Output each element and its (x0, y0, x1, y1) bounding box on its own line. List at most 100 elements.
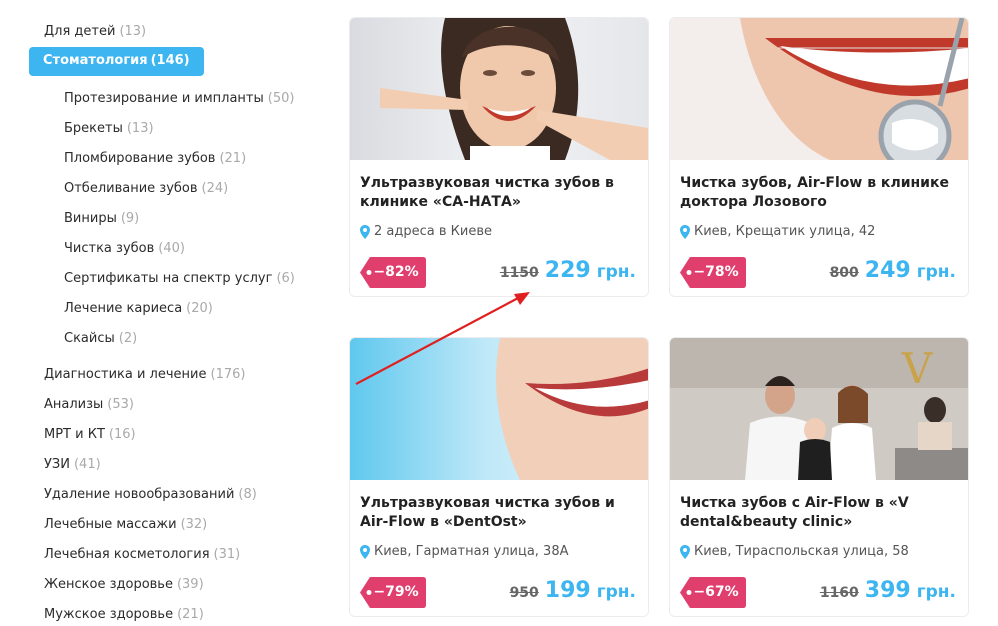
category-label: Отбеливание зубов (64, 181, 198, 196)
subcategory-veneers[interactable]: Виниры (9) (64, 211, 139, 226)
subcategory-braces[interactable]: Брекеты (13) (64, 121, 154, 136)
old-price: 800 (829, 265, 859, 281)
subcategory-whitening[interactable]: Отбеливание зубов (24) (64, 181, 228, 196)
deal-title[interactable]: Чистка зубов с Air-Flow в «V dental&beau… (680, 494, 960, 532)
category-sidebar: Для детей (13) Стоматология (146) Протезир… (0, 0, 330, 626)
discount-badge: −82% (360, 257, 426, 288)
deal-image[interactable] (350, 18, 648, 160)
category-count: (41) (73, 457, 101, 472)
subcategory-skyces[interactable]: Скайсы (2) (64, 331, 137, 346)
svg-text:V: V (901, 344, 933, 393)
category-count: (8) (238, 487, 257, 502)
category-label: Лечебные массажи (44, 517, 177, 532)
category-diagnostics[interactable]: Диагностика и лечение (176) (44, 367, 245, 382)
category-label: Женское здоровье (44, 577, 173, 592)
deal-address-text: Киев, Тираспольская улица, 58 (694, 544, 909, 559)
deal-address-text: Киев, Крещатик улица, 42 (694, 224, 876, 239)
category-count: (21) (177, 607, 204, 622)
old-price: 950 (509, 585, 539, 601)
category-label: Мужское здоровье (44, 607, 174, 622)
category-count: (31) (213, 547, 241, 562)
category-label: Чистка зубов (64, 241, 155, 256)
discount-text: −67% (693, 584, 739, 600)
deal-image[interactable] (670, 18, 968, 160)
subcategory-cleaning[interactable]: Чистка зубов (40) (64, 241, 185, 256)
new-price: 199 (544, 578, 591, 603)
category-count: (20) (186, 301, 213, 316)
category-count: (39) (176, 577, 204, 592)
category-count: (2) (118, 331, 138, 346)
subcategory-prosthetics[interactable]: Протезирование и импланты (50) (64, 91, 294, 106)
category-count: (40) (158, 241, 185, 256)
category-label: Анализы (44, 397, 104, 412)
deal-card[interactable]: V Чистка зубов с Air-Flow в «V dental&be… (669, 337, 969, 617)
discount-text: −82% (373, 264, 419, 280)
category-count: (53) (107, 397, 134, 412)
category-ultrasound[interactable]: УЗИ (41) (44, 457, 101, 472)
deal-address-text: 2 адреса в Киеве (374, 224, 492, 239)
category-count: (16) (108, 427, 136, 442)
new-price: 399 (864, 578, 911, 603)
category-cosmetology[interactable]: Лечебная косметология (31) (44, 547, 240, 562)
deal-address: Киев, Гарматная улица, 38А (360, 544, 568, 559)
deal-address: Киев, Тираспольская улица, 58 (680, 544, 909, 559)
deal-title[interactable]: Ультразвуковая чистка зубов и Air-Flow в… (360, 494, 640, 532)
category-count: (176) (210, 367, 246, 382)
subcategory-caries[interactable]: Лечение кариеса (20) (64, 301, 213, 316)
new-price: 229 (544, 258, 591, 283)
location-pin-icon (360, 224, 370, 239)
category-massage[interactable]: Лечебные массажи (32) (44, 517, 207, 532)
deal-price: 1160 399 грн. (820, 578, 956, 603)
category-count: (13) (119, 24, 147, 39)
category-label: Виниры (64, 211, 117, 226)
subcategory-certificates[interactable]: Сертификаты на спектр услуг (6) (64, 271, 295, 286)
category-count: (9) (120, 211, 140, 226)
location-pin-icon (680, 544, 690, 559)
category-dentistry[interactable]: Стоматология (146) (29, 47, 204, 76)
category-analyses[interactable]: Анализы (53) (44, 397, 134, 412)
currency: грн. (916, 582, 956, 602)
discount-badge: −67% (680, 577, 746, 608)
category-label: Скайсы (64, 331, 115, 346)
category-label: Лечение кариеса (64, 301, 183, 316)
category-label: Пломбирование зубов (64, 151, 216, 166)
currency: грн. (596, 582, 636, 602)
category-label: Стоматология (43, 53, 148, 68)
category-count: (24) (201, 181, 229, 196)
category-count: (146) (150, 53, 190, 68)
category-label: Удаление новообразований (44, 487, 235, 502)
category-mens-health[interactable]: Мужское здоровье (21) (44, 607, 204, 622)
deal-card[interactable]: Ультразвуковая чистка зубов в клинике «С… (349, 17, 649, 297)
deal-card[interactable]: Чистка зубов, Air-Flow в клинике доктора… (669, 17, 969, 297)
currency: грн. (916, 262, 956, 282)
old-price: 1150 (499, 265, 539, 281)
deal-price: 1150 229 грн. (500, 258, 636, 283)
currency: грн. (596, 262, 636, 282)
deal-price: 800 249 грн. (830, 258, 956, 283)
location-pin-icon (360, 544, 370, 559)
category-count: (50) (267, 91, 295, 106)
category-label: Брекеты (64, 121, 123, 136)
category-count: (6) (276, 271, 295, 286)
deal-address-text: Киев, Гарматная улица, 38А (374, 544, 569, 559)
location-pin-icon (680, 224, 690, 239)
deal-address: Киев, Крещатик улица, 42 (680, 224, 875, 239)
deal-title[interactable]: Ультразвуковая чистка зубов в клинике «С… (360, 174, 640, 212)
category-label: Протезирование и импланты (64, 91, 264, 106)
category-mri-ct[interactable]: МРТ и КТ (16) (44, 427, 136, 442)
category-for-kids[interactable]: Для детей (13) (44, 24, 146, 39)
category-label: МРТ и КТ (44, 427, 105, 442)
category-count: (21) (219, 151, 247, 166)
category-label: Сертификаты на спектр услуг (64, 271, 273, 286)
deal-title[interactable]: Чистка зубов, Air-Flow в клинике доктора… (680, 174, 960, 212)
annotation-arrow (355, 292, 530, 385)
discount-badge: −78% (680, 257, 746, 288)
category-neoplasm-removal[interactable]: Удаление новообразований (8) (44, 487, 257, 502)
category-label: Лечебная косметология (44, 547, 210, 562)
old-price: 1160 (819, 585, 859, 601)
category-label: Для детей (44, 24, 116, 39)
subcategory-fillings[interactable]: Пломбирование зубов (21) (64, 151, 246, 166)
category-womens-health[interactable]: Женское здоровье (39) (44, 577, 204, 592)
category-count: (13) (126, 121, 154, 136)
deal-image[interactable]: V (670, 338, 968, 480)
